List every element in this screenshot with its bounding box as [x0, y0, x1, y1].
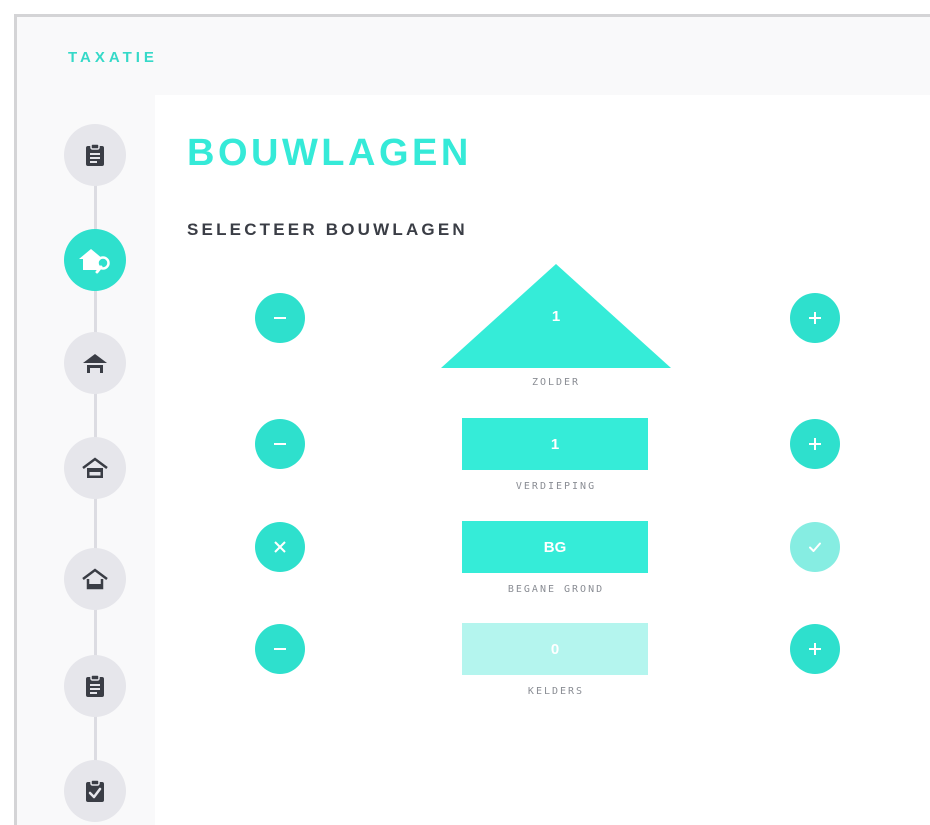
zolder-value: 1: [551, 308, 561, 325]
verdieping-value: 1: [550, 435, 560, 453]
step-clipboard-check[interactable]: [64, 760, 126, 822]
begane-grond-label: BEGANE GROND: [507, 584, 605, 595]
window-border-top: [14, 14, 930, 17]
window-border-left: [14, 14, 17, 825]
section-subtitle: SELECTEER BOUWLAGEN: [187, 220, 468, 239]
house-search-icon: [79, 249, 110, 274]
step-roof[interactable]: [64, 332, 126, 394]
minus-icon: [274, 648, 286, 650]
floor-icon: [82, 457, 108, 478]
step-clipboard[interactable]: [64, 124, 126, 186]
roof-icon: [83, 354, 107, 373]
plus-icon: [809, 438, 821, 450]
clipboard-list-icon: [86, 674, 104, 697]
zolder-decrease-button[interactable]: [255, 293, 305, 343]
zolder-label: ZOLDER: [531, 377, 581, 388]
verdieping-decrease-button[interactable]: [255, 419, 305, 469]
step-floor[interactable]: [64, 437, 126, 499]
kelders-value: 0: [550, 640, 560, 658]
kelders-decrease-button[interactable]: [255, 624, 305, 674]
check-icon: [809, 542, 821, 552]
verdieping-label: VERDIEPING: [515, 481, 597, 492]
kelders-block[interactable]: 0: [462, 623, 648, 675]
app-window: TAXATIE BOUWLAGEN SELECTEER BOUWLAGEN 1 …: [0, 0, 930, 825]
begane-grond-confirm-button[interactable]: [790, 522, 840, 572]
page-title: BOUWLAGEN: [187, 132, 472, 174]
verdieping-block[interactable]: 1: [462, 418, 648, 470]
step-ground-floor[interactable]: [64, 548, 126, 610]
kelders-label: KELDERS: [527, 686, 585, 697]
step-house-search[interactable]: [64, 229, 126, 291]
verdieping-increase-button[interactable]: [790, 419, 840, 469]
begane-grond-block[interactable]: BG: [462, 521, 648, 573]
plus-icon: [809, 643, 821, 655]
begane-grond-value: BG: [543, 538, 567, 556]
close-icon: [274, 541, 286, 553]
zolder-increase-button[interactable]: [790, 293, 840, 343]
app-title: TAXATIE: [68, 49, 158, 66]
step-clipboard-list[interactable]: [64, 655, 126, 717]
kelders-increase-button[interactable]: [790, 624, 840, 674]
ground-floor-icon: [82, 568, 108, 590]
begane-grond-remove-button[interactable]: [255, 522, 305, 572]
minus-icon: [274, 443, 286, 445]
clipboard-icon: [86, 143, 104, 166]
plus-icon: [809, 312, 821, 324]
minus-icon: [274, 317, 286, 319]
clipboard-check-icon: [86, 779, 104, 802]
